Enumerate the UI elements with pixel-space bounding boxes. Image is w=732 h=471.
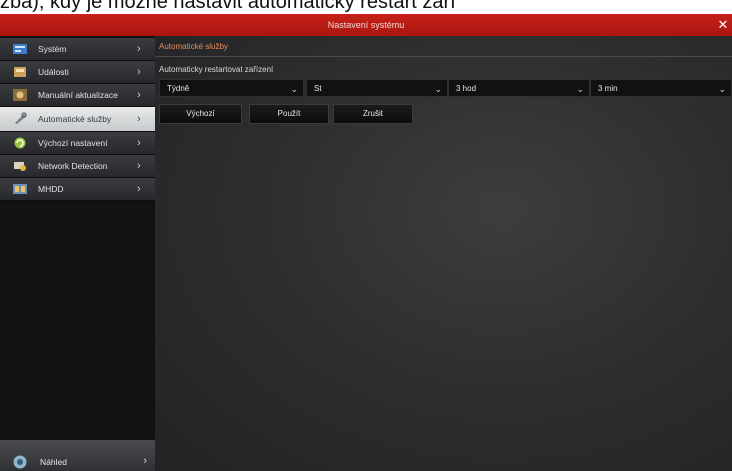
sidebar-item-label: Automatické služby [38, 114, 112, 124]
auto-restart-label: Automaticky restartovat zařízení [159, 65, 274, 74]
chevron-right-icon: › [143, 455, 147, 467]
sidebar-item-label: Manuální aktualizace [38, 90, 118, 100]
chevron-down-icon: ⌄ [434, 84, 442, 94]
section-title: Automatické služby [159, 42, 228, 51]
sidebar-item-mhdd[interactable]: MHDD › [0, 178, 155, 201]
sidebar-item-system[interactable]: Systém › [0, 38, 155, 61]
chevron-right-icon: › [137, 89, 141, 101]
chevron-right-icon: › [137, 43, 141, 55]
sidebar-item-label: Výchozí nastavení [38, 138, 108, 148]
chevron-right-icon: › [137, 160, 141, 172]
close-icon[interactable]: ✕ [716, 14, 730, 36]
frequency-value: Týdně [167, 84, 190, 93]
events-icon [14, 67, 26, 77]
chevron-right-icon: › [137, 113, 141, 125]
preview-button[interactable]: Náhled › [0, 440, 155, 471]
sidebar-item-auto-services[interactable]: Automatické služby › [0, 107, 155, 132]
preview-icon [13, 455, 27, 469]
dvr-settings-window: Nastavení systému ✕ Systém › Události › [0, 14, 732, 471]
system-icon [13, 44, 27, 54]
hour-value: 3 hod [456, 84, 477, 93]
chevron-down-icon: ⌄ [576, 84, 584, 94]
sidebar-item-network-detection[interactable]: Network Detection › [0, 155, 155, 178]
main-panel: Automatické služby Automaticky restartov… [155, 36, 732, 471]
sidebar-item-label: MHDD [38, 184, 64, 194]
chevron-down-icon: ⌄ [718, 84, 726, 94]
minute-value: 3 min [598, 84, 618, 93]
wrench-icon [15, 112, 27, 124]
sidebar-item-label: Network Detection [38, 161, 108, 171]
preview-label: Náhled [40, 457, 67, 467]
chevron-right-icon: › [137, 66, 141, 78]
disk-icon [13, 184, 27, 194]
page-caption-text: zba), kdy je možné nastavit automatický … [0, 0, 456, 13]
sidebar-item-events[interactable]: Události › [0, 61, 155, 84]
cancel-button[interactable]: Zrušit [333, 104, 413, 124]
sidebar-item-label: Události [38, 67, 69, 77]
upgrade-icon [13, 89, 27, 101]
sidebar-item-label: Systém [38, 44, 67, 54]
sidebar: Systém › Události › Manuální aktualizace… [0, 36, 155, 471]
day-value: St [314, 84, 322, 93]
frequency-select[interactable]: Týdně ⌄ [159, 79, 304, 97]
section-divider [155, 56, 732, 57]
reset-icon [14, 137, 26, 149]
title-bar: Nastavení systému ✕ [0, 14, 732, 36]
sidebar-item-default-settings[interactable]: Výchozí nastavení › [0, 132, 155, 155]
apply-button[interactable]: Použít [249, 104, 329, 124]
minute-select[interactable]: 3 min ⌄ [590, 79, 732, 97]
chevron-down-icon: ⌄ [290, 84, 298, 94]
day-select[interactable]: St ⌄ [306, 79, 448, 97]
sidebar-item-manual-update[interactable]: Manuální aktualizace › [0, 84, 155, 107]
window-title: Nastavení systému [327, 20, 405, 30]
default-button[interactable]: Výchozí [159, 104, 242, 124]
chevron-right-icon: › [137, 183, 141, 195]
hour-select[interactable]: 3 hod ⌄ [448, 79, 590, 97]
network-icon [14, 162, 26, 171]
chevron-right-icon: › [137, 137, 141, 149]
